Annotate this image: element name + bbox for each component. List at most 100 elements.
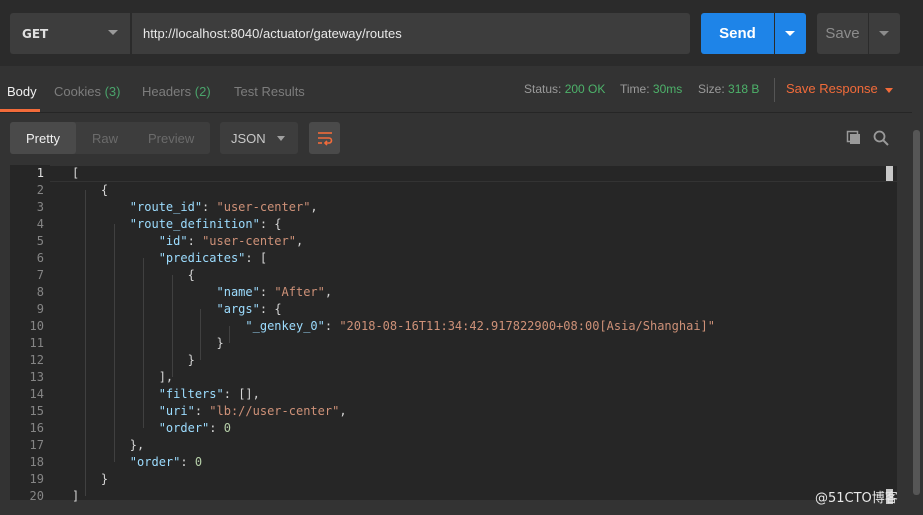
code-line: 20]	[10, 488, 897, 505]
time-value: 30ms	[652, 82, 683, 96]
chevron-down-icon	[277, 136, 285, 141]
code-line: 2 {	[10, 182, 897, 199]
tab-count: (2)	[194, 84, 211, 99]
line-number: 1	[36, 166, 44, 180]
code-text: "order": 0	[129, 455, 203, 469]
code-line: 14 "filters": [],	[10, 386, 897, 403]
wrap-lines-button[interactable]	[309, 122, 340, 154]
time-label: Time:	[620, 82, 650, 96]
line-number: 14	[29, 387, 44, 401]
watermark: @51CTO博客	[815, 491, 898, 506]
line-number: 7	[36, 268, 44, 282]
code-text: "filters": [],	[158, 387, 260, 401]
format-label: JSON	[231, 130, 266, 146]
line-number: 3	[36, 200, 44, 214]
preview-button[interactable]: Preview	[148, 122, 194, 154]
code-line: 10 "_genkey_0": "2018-08-16T11:34:42.917…	[10, 318, 897, 335]
line-number: 6	[36, 251, 44, 265]
scroll-marker	[886, 166, 893, 181]
tab-cookies[interactable]: Cookies (3)	[54, 84, 120, 99]
code-line: 11 }	[10, 335, 897, 352]
line-number: 5	[36, 234, 44, 248]
url-input[interactable]: http://localhost:8040/actuator/gateway/r…	[132, 13, 690, 54]
code-line: 3 "route_id": "user-center",	[10, 199, 897, 216]
size-label: Size:	[698, 82, 725, 96]
method-select[interactable]: GET	[10, 13, 130, 54]
save-button[interactable]: Save	[817, 13, 868, 54]
save-response-button[interactable]: Save Response	[786, 81, 878, 96]
response-body-editor[interactable]: 1[2 {3 "route_id": "user-center", 4 "rout…	[10, 165, 897, 504]
line-number: 15	[29, 404, 44, 418]
line-number: 2	[36, 183, 44, 197]
code-line: 19 }	[10, 471, 897, 488]
code-text: "predicates": [	[158, 251, 268, 265]
method-label: GET	[22, 26, 49, 41]
code-text: "route_id": "user-center",	[129, 200, 318, 214]
scrollbar[interactable]	[913, 130, 920, 495]
code-line: 1[	[10, 165, 897, 182]
line-number: 8	[36, 285, 44, 299]
size-value: 318 B	[728, 82, 760, 96]
tab-label: Headers	[142, 84, 192, 99]
code-line: 6 "predicates": [	[10, 250, 897, 267]
code-text: {	[100, 183, 109, 197]
send-button[interactable]: Send	[701, 13, 774, 54]
tab-count: (3)	[104, 84, 121, 99]
chevron-down-icon[interactable]	[885, 88, 893, 93]
line-number: 12	[29, 353, 44, 367]
code-text: "uri": "lb://user-center",	[158, 404, 347, 418]
copy-icon[interactable]	[846, 130, 862, 150]
code-text: "route_definition": {	[129, 217, 282, 231]
line-number: 18	[29, 455, 44, 469]
code-line: 18 "order": 0	[10, 454, 897, 471]
line-number: 4	[36, 217, 44, 231]
code-line: 16 "order": 0	[10, 420, 897, 437]
code-line: 5 "id": "user-center",	[10, 233, 897, 250]
chevron-down-icon	[785, 31, 795, 36]
pretty-button[interactable]: Pretty	[10, 122, 76, 154]
code-text: }	[216, 336, 224, 350]
status-value: 200 OK	[564, 82, 606, 96]
status-label: Status:	[524, 82, 562, 96]
search-icon[interactable]	[873, 130, 889, 150]
code-text: "order": 0	[158, 421, 231, 435]
raw-button[interactable]: Raw	[92, 122, 118, 154]
tab-label: Test Results	[234, 84, 305, 99]
code-text: {	[187, 268, 195, 282]
line-number: 17	[29, 438, 44, 452]
body-view-toolbar: Pretty Raw Preview JSON	[0, 113, 912, 165]
line-number: 10	[29, 319, 44, 333]
code-text: "_genkey_0": "2018-08-16T11:34:42.917822…	[245, 319, 716, 333]
line-number: 9	[36, 302, 44, 316]
code-text: },	[129, 438, 145, 452]
send-options-button[interactable]	[775, 13, 806, 54]
tab-label: Body	[7, 84, 37, 99]
code-text: "name": "After",	[216, 285, 333, 299]
divider	[774, 78, 775, 102]
code-text: ]	[72, 489, 80, 503]
response-tabs: Body Cookies (3) Headers (2) Test Result…	[0, 66, 912, 113]
code-line: 4 "route_definition": {	[10, 216, 897, 233]
code-text: "id": "user-center",	[158, 234, 304, 248]
chevron-down-icon	[879, 31, 889, 36]
code-text: [	[72, 166, 80, 180]
code-line: 7 {	[10, 267, 897, 284]
line-number: 16	[29, 421, 44, 435]
save-options-button[interactable]	[869, 13, 900, 54]
tab-label: Cookies	[54, 84, 101, 99]
code-line: 8 "name": "After",	[10, 284, 897, 301]
tab-test-results[interactable]: Test Results	[234, 84, 305, 99]
active-tab-indicator	[0, 109, 40, 112]
tab-body[interactable]: Body	[7, 84, 37, 99]
wrap-icon	[317, 132, 332, 146]
code-text: }	[187, 353, 195, 367]
status-readout: Status: 200 OK	[524, 82, 605, 96]
request-bar: GET http://localhost:8040/actuator/gatew…	[0, 0, 923, 66]
code-text: "args": {	[216, 302, 282, 316]
code-text: }	[100, 472, 109, 486]
code-line: 17 },	[10, 437, 897, 454]
tab-headers[interactable]: Headers (2)	[142, 84, 211, 99]
code-line: 12 }	[10, 352, 897, 369]
format-select[interactable]: JSON	[220, 122, 298, 154]
code-text: ],	[158, 370, 174, 384]
